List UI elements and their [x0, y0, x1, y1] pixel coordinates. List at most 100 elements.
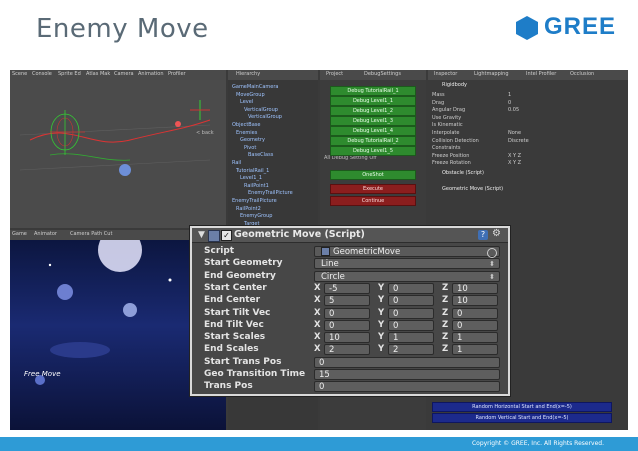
inspector-row-value[interactable]: None	[508, 130, 521, 136]
hierarchy-item[interactable]: RailPoint2	[236, 206, 261, 213]
vector-x-field[interactable]: 10	[324, 332, 370, 344]
hierarchy-item[interactable]: ObjectBase	[232, 122, 260, 129]
geometry-select[interactable]: Line ⬍	[314, 258, 500, 270]
hierarchy-item[interactable]: EnemyTrailPicture	[248, 190, 293, 197]
tab-camera[interactable]: Camera	[114, 71, 134, 77]
vector-y-field[interactable]: 0	[388, 295, 434, 307]
hierarchy-item[interactable]: EnemyGroup	[240, 213, 272, 220]
float-field[interactable]: 15	[314, 369, 500, 380]
inspector-row-value[interactable]: 0	[508, 100, 511, 106]
axis-label-y: Y	[378, 307, 385, 318]
vector-y-field[interactable]: 0	[388, 282, 434, 294]
hierarchy-item[interactable]: TutorialRail_1	[236, 168, 269, 175]
vector-x-field[interactable]: 5	[324, 295, 370, 307]
script-object-field[interactable]: GeometricMove	[314, 246, 500, 258]
axis-label-z: Z	[442, 282, 449, 293]
hierarchy-item[interactable]: GameMainCamera	[232, 84, 278, 91]
component-enabled-checkbox[interactable]: ✓	[221, 230, 232, 241]
debug-red-button[interactable]: Execute	[330, 184, 416, 194]
vector-z-field[interactable]: 0	[452, 319, 498, 331]
gear-icon[interactable]: ⚙	[492, 228, 501, 239]
inspector-row-value[interactable]: 1	[508, 92, 511, 98]
vector-z-field[interactable]: 10	[452, 295, 498, 307]
hierarchy-item[interactable]: RailPoint1	[244, 183, 269, 190]
vector-y-field[interactable]: 0	[388, 307, 434, 319]
debug-red-button[interactable]: Continue	[330, 196, 416, 206]
vector-z-field[interactable]: 1	[452, 344, 498, 356]
rigidbody-header[interactable]: Rigidbody	[442, 82, 467, 88]
tab-inspector[interactable]: Inspector	[434, 71, 457, 77]
hierarchy-item[interactable]: Level	[240, 99, 253, 106]
random-horizontal-button[interactable]: Random Horizontal Start and End(x=-5)	[432, 402, 612, 412]
hierarchy-item[interactable]: Level1_1	[240, 175, 262, 182]
hierarchy-item[interactable]: VerticalGroup	[244, 107, 278, 114]
debug-level-button[interactable]: Debug Level1_4	[330, 126, 416, 136]
hierarchy-item[interactable]: BaseClass	[248, 152, 273, 159]
tab-camera-path[interactable]: Camera Path Cut	[70, 231, 112, 237]
vector-y-field[interactable]: 0	[388, 319, 434, 331]
component-header[interactable]: ▼ ✓ Geometric Move (Script) ? ⚙	[192, 228, 508, 243]
help-icon[interactable]: ?	[478, 230, 488, 240]
vector-z-field[interactable]: 1	[452, 332, 498, 344]
debug-level-button[interactable]: Debug Level1_2	[330, 106, 416, 116]
float-field[interactable]: 0	[314, 356, 500, 368]
tab-project[interactable]: Project	[326, 71, 343, 77]
scene-back-label: < back	[196, 130, 214, 136]
tab-atlas-maker[interactable]: Atlas Mak	[86, 71, 110, 77]
scene-view[interactable]: < back	[10, 80, 226, 228]
vector-y-field[interactable]: 1	[388, 332, 434, 344]
debug-level-button[interactable]: Debug Level1_3	[330, 116, 416, 126]
debug-level-button[interactable]: Debug TutorialRail_2	[330, 136, 416, 146]
tab-animation[interactable]: Animation	[138, 71, 164, 77]
inspector-row-value[interactable]: 0.05	[508, 107, 519, 113]
hierarchy-item[interactable]: Geometry	[240, 137, 265, 144]
vector-z-field[interactable]: 0	[452, 307, 498, 319]
tab-sprite-editor[interactable]: Sprite Ed	[58, 71, 81, 77]
hierarchy-item[interactable]: MoveGroup	[236, 92, 265, 99]
vector-z-field[interactable]: 10	[452, 282, 498, 294]
inspector-row-value[interactable]: X Y Z	[508, 153, 521, 159]
vector-x-field[interactable]: 0	[324, 319, 370, 331]
inspector-row-label: Is Kinematic	[432, 122, 463, 129]
float-field[interactable]: 0	[314, 381, 500, 393]
debug-level-button[interactable]: Debug TutorialRail_1	[330, 86, 416, 96]
inspector-row-value[interactable]: X Y Z	[508, 160, 521, 166]
inspector-row-label: Constraints	[432, 145, 461, 152]
hierarchy-item[interactable]: EnemyTrailPicture	[232, 198, 277, 205]
axis-label-y: Y	[378, 344, 385, 355]
debug-level-button[interactable]: Debug Level1_5	[330, 146, 416, 156]
tab-scene[interactable]: Scene	[12, 71, 27, 77]
script-file-icon	[321, 247, 330, 256]
tab-lightmapping[interactable]: Lightmapping	[474, 71, 509, 77]
tab-occlusion[interactable]: Occlusion	[570, 71, 594, 77]
tab-profiler[interactable]: Profiler	[168, 71, 186, 77]
tab-hierarchy[interactable]: Hierarchy	[236, 71, 260, 77]
object-picker-icon[interactable]	[487, 248, 497, 258]
component-row-label: End Center	[204, 295, 261, 306]
foldout-arrow-icon[interactable]: ▼	[198, 230, 205, 240]
hierarchy-item[interactable]: Rail	[232, 160, 241, 167]
tab-debug-settings[interactable]: DebugSettings	[364, 71, 401, 77]
tab-console[interactable]: Console	[32, 71, 52, 77]
geometry-select[interactable]: Circle ⬍	[314, 270, 500, 282]
vector-x-field[interactable]: -5	[324, 282, 370, 294]
vector-y-field[interactable]: 2	[388, 344, 434, 356]
tab-game[interactable]: Game	[12, 231, 27, 237]
component-title: Geometric Move (Script)	[234, 229, 365, 240]
axis-label-y: Y	[378, 332, 385, 343]
debug-oneshot-button[interactable]: OneShot	[330, 170, 416, 180]
tab-intel-profiler[interactable]: Intel Profiler	[526, 71, 556, 77]
component-row: Start Center X -5 Y 0 Z 10	[200, 282, 502, 295]
vector-x-field[interactable]: 0	[324, 307, 370, 319]
inspector-row-label: Interpolate	[432, 130, 460, 136]
debug-level-button[interactable]: Debug Level1_1	[330, 96, 416, 106]
vector-x-field[interactable]: 2	[324, 344, 370, 356]
inspector-row-value[interactable]: Discrete	[508, 138, 529, 144]
random-vertical-button[interactable]: Random Vertical Start and End(x=-5)	[432, 413, 612, 423]
obstacle-header[interactable]: Obstacle (Script)	[442, 170, 484, 176]
tab-animator[interactable]: Animator	[34, 231, 57, 237]
hierarchy-item[interactable]: Enemies	[236, 130, 257, 137]
hierarchy-item[interactable]: Pivot	[244, 145, 256, 152]
geometric-move-header-small[interactable]: Geometric Move (Script)	[442, 186, 503, 192]
hierarchy-item[interactable]: VerticalGroup	[248, 114, 282, 121]
